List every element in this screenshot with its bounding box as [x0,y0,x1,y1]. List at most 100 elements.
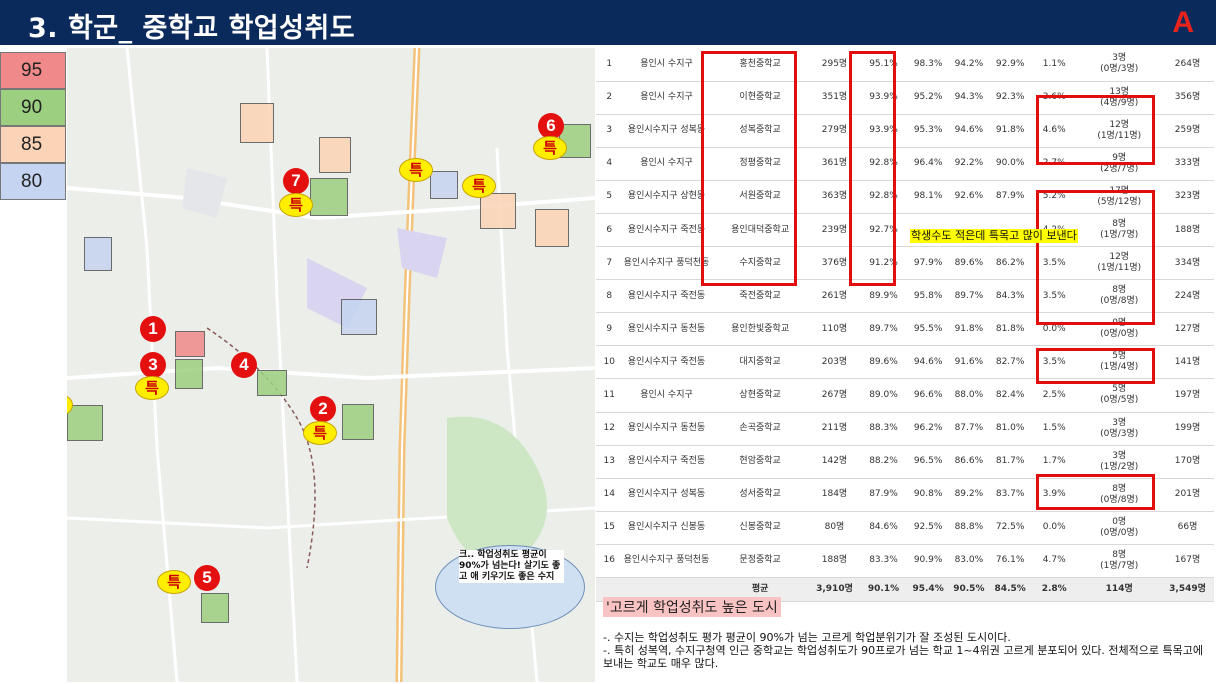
table-cell: 8 [596,279,623,314]
table-cell: 89.0% [859,378,908,413]
legend-item-90: 90 [0,89,66,126]
table-cell: 3 [596,114,623,148]
table-cell: 용인시 수지구 [622,147,711,181]
table-cell: 81.8% [989,312,1032,347]
school-area-15 [341,299,377,335]
table-cell: 84.5% [989,577,1032,602]
table-cell: 91.8% [989,114,1032,148]
table-cell: 96.2% [907,412,949,446]
table-cell: 89.7% [859,312,908,347]
table-cell: 4.7% [1031,544,1078,579]
table-cell: 용인시수지구 성복동 [622,114,711,148]
table-cell: 333명 [1161,147,1214,181]
table-cell: 3명 (0명/3명) [1077,48,1162,82]
table-cell: 94.3% [948,81,990,115]
table-cell: 3,910명 [809,577,860,602]
rank-marker-4[interactable]: 4 [231,352,257,378]
rank-marker-1[interactable]: 1 [140,316,166,342]
table-cell: 92.5% [907,511,949,545]
table-cell: 83.0% [948,544,990,579]
rank-marker-5[interactable]: 5 [194,565,220,591]
table-cell: 89.2% [948,478,990,512]
table-cell: 82.7% [989,345,1032,380]
table-cell: 83.7% [989,478,1032,512]
table-cell: 용인시수지구 동천동 [622,412,711,446]
table-cell: 76.1% [989,544,1032,579]
table-cell: 87.9% [859,478,908,512]
speech-bubble-text: 크.. 학업성취도 평균이 90%가 넘는다! 살기도 좋고 애 키우기도 좋은… [459,550,564,583]
table-cell: 89.7% [948,279,990,314]
table-cell: 84.6% [859,511,908,545]
table-cell: 2.8% [1031,577,1078,602]
table-cell: 91.8% [948,312,990,347]
school-area-2 [342,404,374,440]
table-cell: 6 [596,213,623,248]
rank-marker-7[interactable]: 7 [283,168,309,194]
rank-marker-3[interactable]: 3 [140,352,166,378]
table-cell: 90.9% [907,544,949,579]
school-area-3 [175,359,203,389]
table-cell: 11 [596,378,623,413]
legend-item-95: 95 [0,52,66,89]
table-cell: 188명 [1161,213,1214,248]
table-cell: 95.8% [907,279,949,314]
table-cell: 용인시수지구 죽전동 [622,445,711,479]
table-cell: 141명 [1161,345,1214,380]
table-cell: 83.3% [859,544,908,579]
school-area-12 [535,209,569,247]
summary-text: -. 수지는 학업성취도 평가 평균이 90%가 넘는 고르게 학업분위기가 잘… [603,631,1209,670]
special-school-marker: 특 [462,174,496,198]
title-bar: 3. 학군_ 중학교 학업성취도 A [0,0,1216,45]
summary-heading: '고르게 학업성취도 높은 도시 [603,597,781,617]
table-cell: 용인한빛중학교 [710,312,810,347]
table-cell: 80명 [809,511,860,545]
color-legend: 95 90 85 80 [0,52,66,200]
table-cell: 용인시수지구 죽전동 [622,213,711,248]
highlight-special-school-5-8 [1036,190,1155,325]
table-cell: 95.4% [907,577,949,602]
table-cell: 용인시수지구 죽전동 [622,279,711,314]
table-cell: 167명 [1161,544,1214,579]
highlight-special-school-10 [1036,348,1155,384]
table-cell: 용인시 수지구 [622,81,711,115]
rank-marker-2[interactable]: 2 [310,396,336,422]
table-cell: 97.9% [907,246,949,281]
table-cell: 94.6% [948,114,990,148]
table-cell: 5 [596,180,623,214]
highlight-achievement-rate [849,51,896,286]
table-cell: 92.2% [948,147,990,181]
table-cell: 72.5% [989,511,1032,545]
table-cell: 110명 [809,312,860,347]
table-cell: 손곡중학교 [710,412,810,446]
table-cell: 81.7% [989,445,1032,479]
page-title: 3. 학군_ 중학교 학업성취도 [28,13,356,44]
table-cell: 용인시수지구 풍덕천동 [622,544,711,579]
table-cell: 14 [596,478,623,512]
table-cell: 0.0% [1031,511,1078,545]
legend-item-80: 80 [0,163,66,200]
table-cell: 98.1% [907,180,949,214]
table-cell: 대지중학교 [710,345,810,380]
table-row: 16 용인시수지구 풍덕천동 문정중학교 188명 83.3% 90.9% 83.0% 76.… [596,544,1214,579]
school-map[interactable]: 1 2 3 4 5 6 7 특 특 특 특 특 특 특 특 크.. 학업성취도 … [67,48,595,682]
special-school-marker: 특 [399,158,433,182]
table-cell: 88.0% [948,378,990,413]
special-school-marker: 특 [303,421,337,445]
highlight-special-school-14 [1036,474,1155,510]
highlight-school-names [701,51,797,286]
table-cell: 91.6% [948,345,990,380]
table-cell: 334명 [1161,246,1214,281]
table-cell: 2 [596,81,623,115]
table-cell: 12 [596,412,623,446]
table-cell: 89.6% [948,246,990,281]
table-cell: 356명 [1161,81,1214,115]
table-cell: 10 [596,345,623,380]
table-cell: 211명 [809,412,860,446]
table-cell: 94.2% [948,48,990,82]
table-cell: 성서중학교 [710,478,810,512]
school-area-14 [84,237,112,271]
table-cell: 15 [596,511,623,545]
table-cell: 90.1% [859,577,908,602]
legend-item-85: 85 [0,126,66,163]
school-area-4 [257,370,287,396]
